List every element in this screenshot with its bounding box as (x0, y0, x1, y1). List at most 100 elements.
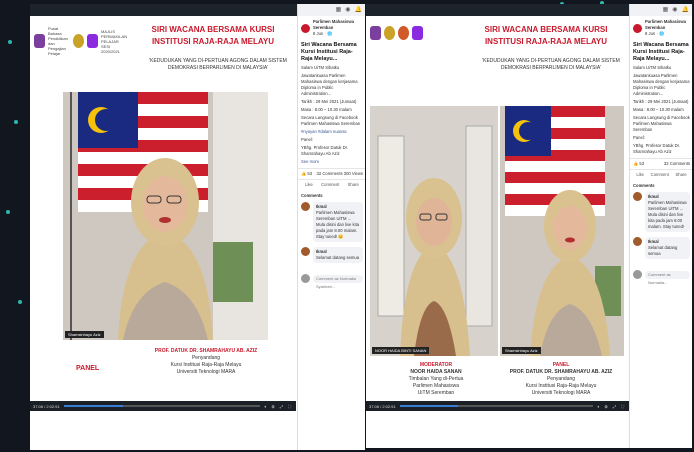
bell-icon[interactable]: 🔔 (682, 7, 689, 13)
seek-fill (63, 405, 123, 407)
comments-count[interactable]: 32 Comments (664, 161, 690, 167)
comment-bubble: Ikmal Selamat datang semua (645, 237, 690, 259)
comment-input[interactable]: Comment as Nurmalia... (645, 270, 690, 285)
player-control-icons[interactable]: ⏸ ⚙ ⤢ ⛶ (597, 404, 626, 409)
panel-name: PROF. DATUK DR. SHAMRAHAYU AB. AZIZ (509, 369, 613, 375)
seek-bar[interactable] (63, 405, 261, 407)
comment-button[interactable]: Comment (651, 172, 669, 178)
reaction-summary: 👍 53 32 Comments 300 Views (298, 168, 365, 180)
comment-bubble: Ikmal Selamat datang semua (313, 247, 363, 263)
sidebar-toolbar: ▦ ◉ 🔔 (630, 4, 692, 16)
see-more-link[interactable]: See more (301, 159, 363, 165)
post-line: Panel: (633, 135, 645, 140)
speaker-institution: Universiti Teknologi MARA (176, 369, 236, 375)
page-name[interactable]: Parlimen Mahasiswa Seremban (645, 19, 690, 31)
post-body: Salam UiTM Sihatku Jawatankuasa Parlimen… (630, 65, 692, 155)
page-avatar[interactable] (633, 23, 642, 33)
comments-count[interactable]: 32 Comments 300 Views (317, 171, 363, 177)
logo-text-1: Pusat Bahasa Pendidikan dan Pengajian Pe… (48, 26, 68, 56)
moderator-line: Timbalan Yang di-Pertua (408, 376, 464, 382)
logo-text-2: MAJLIS PERWAKILAN PELAJAR SESI 2020/2021 (101, 28, 128, 54)
live-video-stage[interactable]: Pusat Bahasa Pendidikan dan Pengajian Pe… (30, 16, 296, 401)
event-subtitle: 'KEDUDUKAN YANG DI-PERTUAN AGONG DALAM S… (482, 58, 620, 71)
comment-bubble: Ikmal Parlimen Mahasiswa Seremban UiTM .… (313, 202, 363, 242)
sponsor-logos: Pusat Bahasa Pendidikan dan Pengajian Pe… (34, 26, 128, 56)
page-header: Parlimen Mahasiswa Seremban 8 Jun · 🌐 (298, 16, 365, 40)
event-subtitle: 'KEDUDUKAN YANG DI-PERTUAN AGONG DALAM S… (149, 58, 287, 71)
like-button[interactable]: Like (636, 172, 644, 178)
speaker-name-tag: Shamsinhayu Aziz (65, 331, 104, 338)
page-avatar[interactable] (301, 23, 310, 33)
speaker-scene (500, 106, 624, 356)
comment-item: Ikmal Selamat datang semua (301, 247, 363, 263)
moderator-role: MODERATOR (419, 362, 453, 368)
seek-bar[interactable] (399, 405, 594, 407)
comment-text: Parlimen Mahasiswa Seremban UiTM ... Mul… (648, 200, 687, 229)
speaker-name-tag: Shamsinhayu Aziz (502, 347, 541, 354)
comment-text: Parlimen Mahasiswa Seremban UiTM ... Mul… (316, 210, 360, 239)
speaker-role: Penyandang (191, 355, 221, 361)
messenger-icon[interactable]: ◉ (345, 7, 350, 13)
commenter-avatar[interactable] (301, 202, 310, 211)
share-button[interactable]: Share (675, 172, 686, 178)
event-title: SIRI WACANA BERSAMA KURSI INSTITUSI RAJA… (484, 25, 608, 46)
grid-icon[interactable]: ▦ (663, 7, 669, 13)
panel-line: Universiti Teknologi MARA (531, 390, 591, 396)
moderator-video[interactable]: NOOR HAIDA BINTI SANAN (370, 106, 498, 356)
share-button[interactable]: Share (348, 182, 359, 188)
user-avatar (633, 270, 642, 279)
messenger-icon[interactable]: ◉ (672, 7, 677, 13)
like-button[interactable]: Like (305, 182, 313, 188)
panel-caption: PANEL PROF. DATUK DR. SHAMRAHAYU AB. AZI… (496, 362, 626, 397)
post-title: Siri Wacana Bersama Kursi Institusi Raja… (301, 42, 357, 62)
moderator-line: UiTM Seremban (417, 390, 455, 396)
post-actions: Like Comment Share (298, 180, 365, 190)
reaction-count[interactable]: 👍 53 (633, 161, 644, 167)
moderator-caption: MODERATOR NOOR HAIDA SANAN Timbalan Yang… (376, 362, 496, 397)
speaker-video[interactable]: Shamsinhayu Aziz (500, 106, 624, 356)
commenter-avatar[interactable] (301, 247, 310, 256)
page-meta: 8 Jun · 🌐 (645, 31, 665, 36)
player-control-icons[interactable]: ⏸ ⚙ ⤢ ⛶ (264, 404, 293, 409)
uitm-logo (34, 34, 45, 48)
reaction-summary: 👍 53 32 Comments (630, 158, 692, 170)
live-video-stage[interactable]: SIRI WACANA BERSAMA KURSI INSTITUSI RAJA… (366, 16, 629, 401)
speaker-video[interactable]: Shamsinhayu Aziz (63, 92, 268, 340)
bell-icon[interactable]: 🔔 (355, 7, 362, 13)
page-name[interactable]: Parlimen Mahasiswa Seremban (313, 19, 363, 31)
panel-line: Kursi Institusi Raja-Raja Melayu (525, 383, 597, 389)
video-controls: 37:06 / 2:02:51 ⏸ ⚙ ⤢ ⛶ (366, 401, 629, 411)
comment-button[interactable]: Comment (321, 182, 339, 188)
crest-logo (73, 34, 84, 48)
comments-section: Comments Ikmal Parlimen Mahasiswa Seremb… (298, 190, 365, 271)
speaker-position: Kursi Institusi Raja-Raja Melayu (170, 362, 242, 368)
post-line: Masa : 8.00 – 10.30 malam (633, 107, 684, 112)
comment-text: Selamat datang semua (648, 245, 678, 256)
comment-input[interactable]: Comment as Nurmalia Syahirah... (313, 274, 363, 289)
comment-composer: Comment as Nurmalia... (630, 267, 692, 285)
page-header: Parlimen Mahasiswa Seremban 8 Jun · 🌐 (630, 16, 692, 40)
post-line: Jawatankuasa Parlimen Mahasiswa dengan k… (633, 73, 690, 96)
post-line: Salam UiTM Sihatku (633, 65, 672, 70)
screenshot-right: SIRI WACANA BERSAMA KURSI INSTITUSI RAJA… (366, 4, 692, 448)
panel-line: Penyandang (546, 376, 576, 382)
comment-composer: Comment as Nurmalia Syahirah... (298, 271, 365, 289)
post-hashtag[interactable]: #nyayan #dalam nuansa (301, 129, 363, 135)
post-line: Masa : 8.00 – 10.30 malam (301, 107, 352, 112)
user-avatar (301, 274, 310, 283)
commenter-avatar[interactable] (633, 237, 642, 246)
reaction-count[interactable]: 👍 53 (301, 171, 312, 177)
commenter-avatar[interactable] (633, 192, 642, 201)
grid-icon[interactable]: ▦ (336, 7, 342, 13)
comment-text: Selamat datang semua (316, 255, 360, 260)
video-controls: 37:06 / 2:02:51 ⏸ ⚙ ⤢ ⛶ (30, 401, 296, 411)
panel-label: PANEL (76, 365, 100, 372)
comments-header: Comments (301, 193, 323, 198)
post-line: Tarikh : 29 Mei 2021 (Jumaat) (301, 99, 357, 104)
play-time: 37:06 / 2:02:51 (369, 403, 396, 409)
post-line: Secara Langsung di Facebook Parlimen Mah… (633, 115, 690, 132)
uitm-logo (370, 26, 381, 40)
comments-section: Comments Ikmal Parlimen Mahasiswa Seremb… (630, 180, 692, 267)
comment-item: Ikmal Parlimen Mahasiswa Seremban UiTM .… (633, 192, 690, 232)
facebook-post-sidebar: ▦ ◉ 🔔 Parlimen Mahasiswa Seremban 8 Jun … (629, 4, 692, 448)
